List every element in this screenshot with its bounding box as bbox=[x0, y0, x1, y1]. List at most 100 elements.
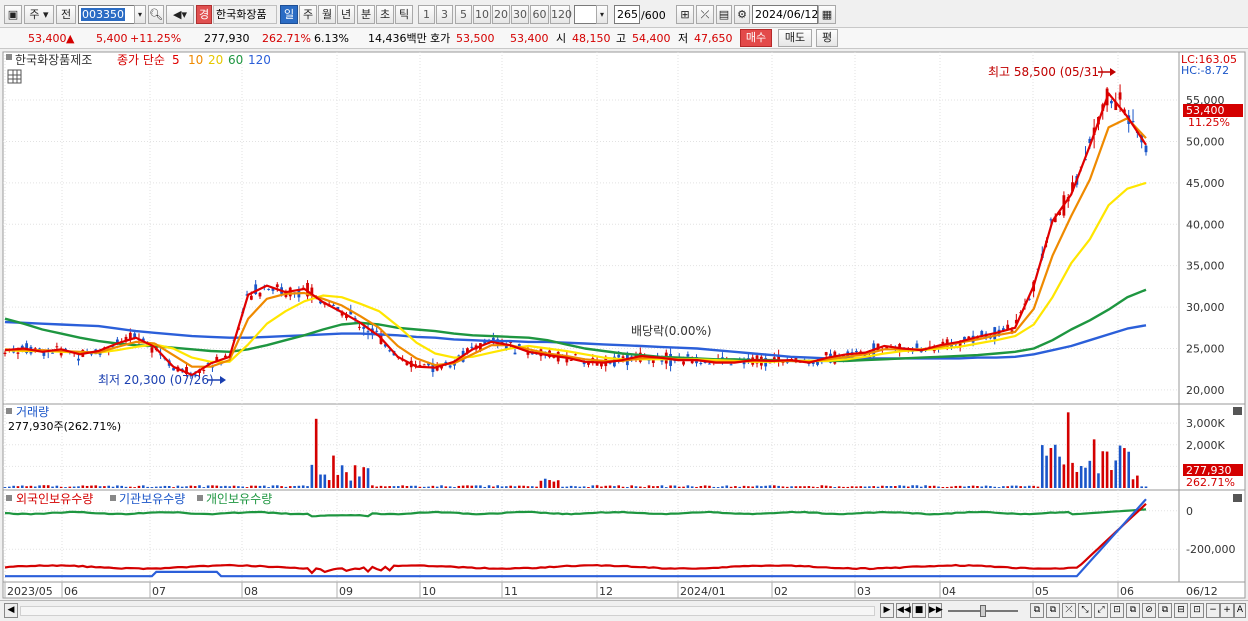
volume-bar bbox=[51, 486, 54, 488]
period-button-1[interactable]: 주 bbox=[299, 5, 317, 24]
price-tick-label: 40,000 bbox=[1186, 218, 1225, 231]
interval-button-1[interactable]: 1 bbox=[418, 5, 435, 24]
tool-icon-8[interactable]: ⊘ bbox=[1142, 603, 1156, 618]
interval-button-3[interactable]: 3 bbox=[436, 5, 453, 24]
auto-icon[interactable]: A bbox=[1234, 603, 1246, 618]
volume-bar bbox=[518, 485, 521, 488]
tool-icon-1[interactable]: ⧉ bbox=[1030, 603, 1044, 618]
gear-icon[interactable]: ⚙ bbox=[734, 5, 750, 24]
zoom-reset-icon[interactable]: ⊡ bbox=[1190, 603, 1204, 618]
tool-icon-7[interactable]: ⧉ bbox=[1126, 603, 1140, 618]
volume-bar bbox=[937, 486, 940, 488]
volume-bar bbox=[180, 486, 184, 488]
tool-icon-3[interactable]: ⤫ bbox=[1062, 603, 1076, 618]
volume-bar bbox=[824, 485, 828, 488]
sound-icon[interactable]: ◀▾ bbox=[166, 5, 194, 24]
volume-panel[interactable] bbox=[2, 403, 1180, 491]
volume-bar bbox=[1028, 485, 1031, 488]
fast-forward-icon[interactable]: ▶▶ bbox=[928, 603, 943, 618]
volume-bar bbox=[751, 486, 755, 488]
period-button-5[interactable]: 초 bbox=[376, 5, 394, 24]
screen-menu-icon[interactable]: ▣ bbox=[4, 5, 22, 24]
interval-button-60[interactable]: 60 bbox=[530, 5, 549, 24]
volume-bar bbox=[448, 486, 452, 488]
prev-button[interactable]: 전 bbox=[56, 5, 76, 24]
chart-area[interactable]: 20,000 25,000 30,000 35,000 40,000 45,000 50,0… bbox=[0, 50, 1248, 600]
crosshair-icon[interactable]: ⤫ bbox=[696, 5, 714, 24]
volume-value: 277,930 bbox=[204, 32, 250, 45]
month-label: 09 bbox=[339, 585, 353, 598]
volume-bar bbox=[902, 485, 906, 488]
top-toolbar: ▣ 주 ▾ 전 003350 ▾ 🔍︎ ◀▾ 경 한국화장품 일주월년분초틱 1… bbox=[0, 0, 1248, 28]
volume-bar bbox=[1084, 467, 1087, 488]
interval-button-30[interactable]: 30 bbox=[511, 5, 529, 24]
volume-bar bbox=[721, 486, 724, 488]
open-price: 48,150 bbox=[572, 32, 611, 45]
volume-bar bbox=[595, 485, 599, 488]
count-input[interactable]: 265 bbox=[614, 5, 640, 24]
rewind-icon[interactable]: ◀◀ bbox=[896, 603, 911, 618]
volume-bar bbox=[288, 486, 292, 488]
table-icon[interactable] bbox=[7, 69, 22, 84]
tool-icon-4[interactable]: ⤡ bbox=[1078, 603, 1092, 618]
interval-dropdown-icon[interactable]: ▾ bbox=[596, 5, 608, 24]
holding-tick-label: -200,000 bbox=[1186, 543, 1235, 556]
ma20-legend: 20 bbox=[208, 53, 223, 67]
zoom-slider-handle[interactable] bbox=[980, 605, 986, 617]
candle-body bbox=[729, 364, 733, 366]
scroll-right-icon[interactable]: ▶ bbox=[880, 603, 894, 618]
volume-bar bbox=[1015, 485, 1018, 488]
period-button-6[interactable]: 틱 bbox=[395, 5, 413, 24]
period-button-2[interactable]: 월 bbox=[318, 5, 336, 24]
volume-bar bbox=[72, 486, 76, 488]
volume-bar bbox=[211, 485, 214, 488]
eval-button[interactable]: 평 bbox=[816, 29, 838, 47]
scroll-track[interactable] bbox=[20, 606, 875, 616]
buy-button[interactable]: 매수 bbox=[740, 29, 772, 47]
chart-type-icon[interactable]: ⊞ bbox=[676, 5, 694, 24]
calendar-icon[interactable]: ▦ bbox=[818, 5, 836, 24]
code-dropdown-icon[interactable]: ▾ bbox=[134, 5, 146, 24]
volume-bar bbox=[16, 486, 20, 488]
volume-bar bbox=[90, 485, 93, 488]
volume-bar bbox=[301, 485, 305, 488]
volume-bar bbox=[924, 485, 927, 488]
volume-bar bbox=[68, 486, 72, 488]
volume-close-icon[interactable] bbox=[1233, 407, 1242, 415]
volume-bar bbox=[898, 485, 901, 488]
period-button-0[interactable]: 일 bbox=[280, 5, 298, 24]
month-label: 07 bbox=[152, 585, 166, 598]
volume-bar bbox=[206, 485, 210, 488]
save-icon[interactable]: ▤ bbox=[716, 5, 732, 24]
candle-body bbox=[824, 352, 828, 356]
sell-button[interactable]: 매도 bbox=[778, 29, 812, 47]
tool-icon-2[interactable]: ⧉ bbox=[1046, 603, 1060, 618]
period-button-4[interactable]: 분 bbox=[357, 5, 375, 24]
interval-button-10[interactable]: 10 bbox=[473, 5, 491, 24]
stop-icon[interactable]: ■ bbox=[912, 603, 926, 618]
holding-tick-label: 0 bbox=[1186, 505, 1193, 518]
volume-bar bbox=[785, 486, 789, 488]
zoom-out-icon[interactable]: − bbox=[1206, 603, 1220, 618]
tool-icon-6[interactable]: ⊡ bbox=[1110, 603, 1124, 618]
volume-bar bbox=[686, 485, 690, 488]
date-input[interactable]: 2024/06/12 bbox=[752, 5, 818, 24]
tool-icon-10[interactable]: ⊟ bbox=[1174, 603, 1188, 618]
volume-bar bbox=[392, 486, 396, 488]
tool-icon-5[interactable]: ⤢ bbox=[1094, 603, 1108, 618]
period-type-select[interactable]: 주 ▾ bbox=[24, 5, 54, 24]
interval-button-120[interactable]: 120 bbox=[550, 5, 572, 24]
holding-close-icon[interactable] bbox=[1233, 494, 1242, 502]
individual-legend: 개인보유수량 bbox=[206, 492, 272, 506]
zoom-in-icon[interactable]: + bbox=[1220, 603, 1234, 618]
period-button-3[interactable]: 년 bbox=[337, 5, 355, 24]
interval-button-20[interactable]: 20 bbox=[492, 5, 510, 24]
bottom-scrollbar: ◀ ▶ ◀◀ ■ ▶▶ ⧉ ⧉ ⤫ ⤡ ⤢ ⊡ ⧉ ⊘ ⧉ ⊟ ⊡ − + A bbox=[0, 600, 1248, 621]
candle-body bbox=[128, 332, 132, 339]
tool-icon-9[interactable]: ⧉ bbox=[1158, 603, 1172, 618]
search-icon[interactable]: 🔍︎ bbox=[148, 5, 164, 24]
scroll-left-icon[interactable]: ◀ bbox=[4, 603, 18, 618]
interval-button-5[interactable]: 5 bbox=[455, 5, 472, 24]
candle-body bbox=[422, 364, 426, 366]
volume-bar bbox=[578, 486, 582, 488]
